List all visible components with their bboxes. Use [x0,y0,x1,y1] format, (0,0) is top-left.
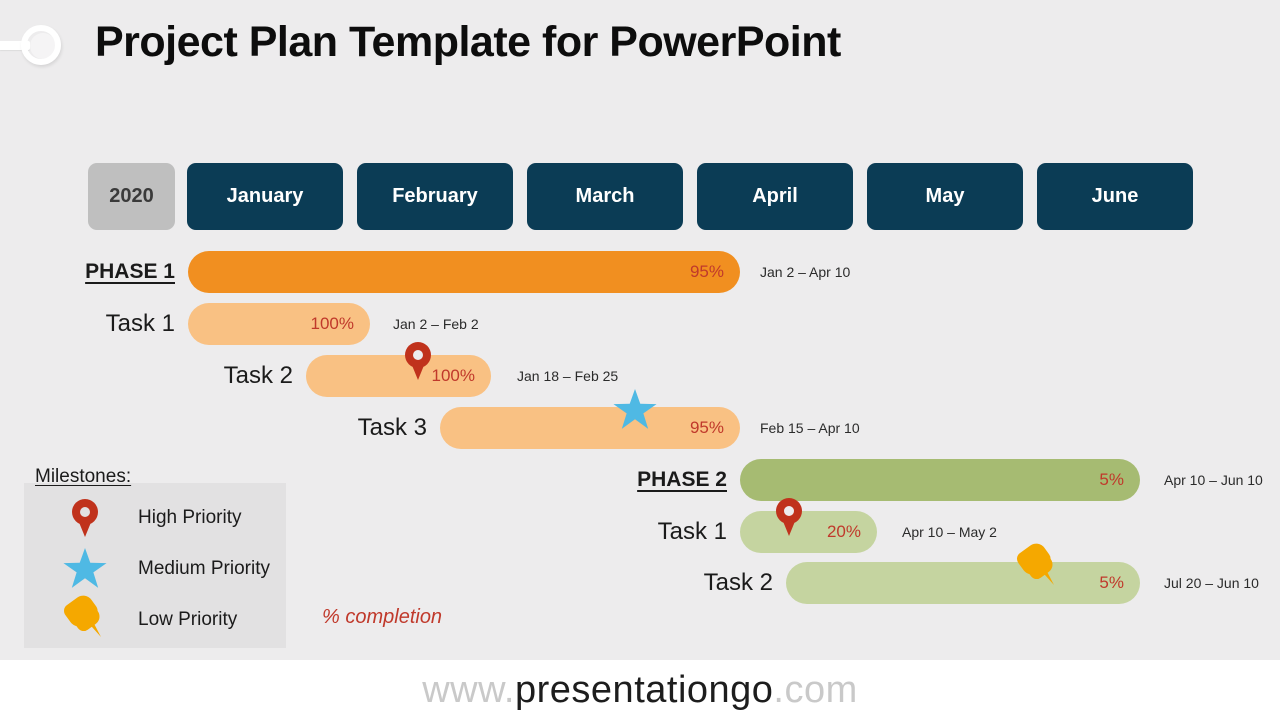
legend-item-high-priority[interactable]: High Priority [24,492,286,544]
low-priority-pushpin-icon[interactable] [1014,539,1059,590]
legend-item-label: Medium Priority [138,558,270,579]
gantt-bar-percent: 95% [689,262,724,281]
gantt-bar[interactable] [188,251,740,293]
ring-inner-shape [30,33,56,59]
pushpin-icon [61,591,106,642]
star-icon [63,548,107,590]
slide-canvas: Project Plan Template for PowerPoint 202… [0,0,1280,660]
gantt-bar-dates: Apr 10 – May 2 [902,524,997,540]
gantt-bar[interactable] [740,459,1140,501]
high-priority-pin-icon[interactable] [776,498,802,536]
gantt-row-phase1-task-1[interactable]: Task 1 100% Jan 2 – Feb 2 [106,303,479,345]
gantt-row-phase-1[interactable]: PHASE 1 95% Jan 2 – Apr 10 [85,251,850,293]
gantt-bar-dates: Jan 18 – Feb 25 [517,368,619,384]
milestones-legend-title: Milestones: [35,466,132,487]
gantt-row-label: Task 1 [657,518,727,545]
gantt-bar[interactable] [786,562,1140,604]
gantt-row-phase2-task-1[interactable]: Task 1 20% Apr 10 – May 2 [658,498,997,553]
gantt-bar-dates: Jan 2 – Feb 2 [393,316,479,332]
gantt-row-phase2-task-2[interactable]: Task 2 5% Jul 20 – Jun 10 [704,539,1259,604]
timeline-month-april[interactable]: April [697,163,853,230]
gantt-row-label: Task 1 [105,310,175,337]
legend-item-label: High Priority [138,507,242,528]
gantt-bar-percent: 5% [1099,573,1124,592]
footer-suffix: .com [773,668,858,711]
gantt-bar-percent: 95% [689,418,724,437]
gantt-bar-percent: 100% [431,366,475,385]
legend-item-label: Low Priority [138,609,238,630]
timeline-month-may[interactable]: May [867,163,1023,230]
medium-priority-star-icon[interactable] [613,389,657,431]
high-priority-pin-icon[interactable] [405,342,431,380]
timeline-month-june[interactable]: June [1037,163,1193,230]
page-title: Project Plan Template for PowerPoint [95,18,841,66]
decorative-ring-icon [0,24,76,70]
gantt-bar-dates: Jan 2 – Apr 10 [760,264,851,280]
gantt-row-phase1-task-3[interactable]: Task 3 95% Feb 15 – Apr 10 [358,389,860,449]
gantt-bar-percent: 20% [826,522,861,541]
gantt-row-label: Task 3 [357,414,427,441]
footer-brand: presentationgo [515,668,774,711]
timeline-month-february[interactable]: February [357,163,513,230]
gantt-bar-dates: Apr 10 – Jun 10 [1164,472,1263,488]
gantt-row-label: Task 2 [703,569,773,596]
gantt-row-label: PHASE 2 [637,468,727,491]
footer-prefix: www. [422,668,515,711]
gantt-bar-percent: 5% [1099,470,1124,489]
gantt-row-label: PHASE 1 [85,260,175,283]
gantt-bar-percent: 100% [310,314,354,333]
pin-icon [72,499,98,537]
timeline-month-march[interactable]: March [527,163,683,230]
footer-watermark: www.presentationgo.com [422,669,858,712]
footer: www.presentationgo.com [0,660,1280,720]
gantt-bar-dates: Feb 15 – Apr 10 [760,420,860,436]
gantt-row-phase-2[interactable]: PHASE 2 5% Apr 10 – Jun 10 [637,459,1263,501]
legend-item-low-priority[interactable]: Low Priority [24,591,286,646]
gantt-bar-dates: Jul 20 – Jun 10 [1164,575,1259,591]
timeline-month-january[interactable]: January [187,163,343,230]
completion-note: % completion [322,606,443,628]
gantt-row-phase1-task-2[interactable]: Task 2 100% Jan 18 – Feb 25 [224,342,618,397]
timeline-year-cell[interactable]: 2020 [88,163,175,230]
legend-item-medium-priority[interactable]: Medium Priority [24,543,286,595]
gantt-row-label: Task 2 [223,362,293,389]
